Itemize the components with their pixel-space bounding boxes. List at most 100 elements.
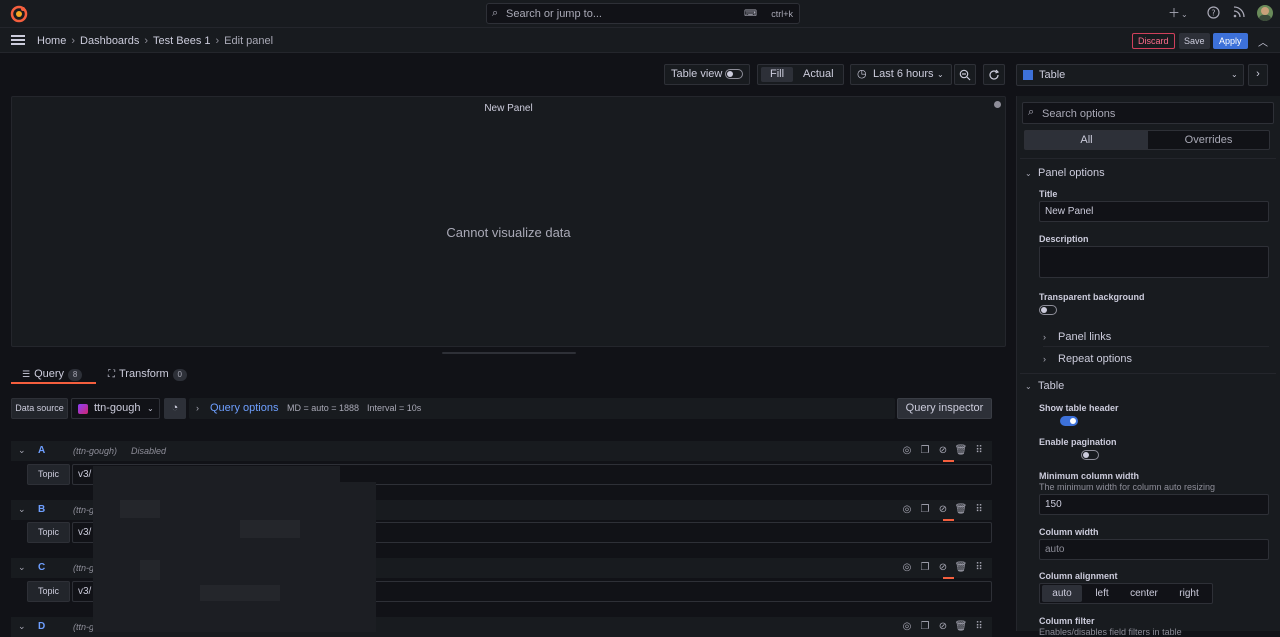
panel-status-icon <box>994 101 1001 108</box>
chevron-down-icon[interactable]: ⌄ <box>18 562 26 573</box>
seg-all[interactable]: All <box>1025 131 1148 149</box>
fill-option[interactable]: Fill <box>761 67 793 82</box>
align-center[interactable]: center <box>1122 585 1166 602</box>
discard-button[interactable]: Discard <box>1132 33 1175 49</box>
title-input[interactable]: New Panel <box>1039 201 1269 222</box>
menu-icon[interactable] <box>11 35 25 45</box>
apply-button[interactable]: Apply <box>1213 33 1248 49</box>
topic-label: Topic <box>27 522 70 543</box>
query-options-bar[interactable]: › Query options MD = auto = 1888 Interva… <box>189 398 895 419</box>
duplicate-icon[interactable]: ❐ <box>916 562 934 573</box>
section-title: Table <box>1038 380 1065 392</box>
table-view-switch[interactable] <box>725 69 743 79</box>
description-label: Description <box>1039 234 1089 244</box>
chevron-down-icon[interactable]: ⌄ <box>18 621 26 632</box>
visualization-picker[interactable]: Table ⌄ <box>1016 64 1244 86</box>
divider <box>1020 158 1276 159</box>
duplicate-icon[interactable]: ❐ <box>916 445 934 456</box>
min-width-input[interactable]: 150 <box>1039 494 1269 515</box>
refresh-icon[interactable] <box>983 64 1005 85</box>
help-icon[interactable]: ? <box>1207 6 1220 19</box>
chevron-down-icon[interactable]: ⌄ <box>18 504 26 515</box>
section-table[interactable]: ⌄ Table <box>1025 380 1064 392</box>
hide-icon[interactable]: ⊘ <box>934 504 952 515</box>
search-input[interactable]: ⌕ Search or jump to... ⌨ ctrl+k <box>486 3 800 24</box>
seg-overrides[interactable]: Overrides <box>1148 131 1269 149</box>
help-icon[interactable]: ◎ <box>898 504 916 515</box>
zoom-out-icon[interactable] <box>954 64 976 85</box>
query-ref[interactable]: C <box>38 562 45 573</box>
grafana-logo-icon[interactable] <box>10 5 28 23</box>
chevron-down-icon[interactable]: ⌄ <box>1181 8 1188 22</box>
delete-icon[interactable]: 🗑 <box>952 504 970 515</box>
column-width-input[interactable]: auto <box>1039 539 1269 560</box>
query-ref[interactable]: A <box>38 445 45 456</box>
chevron-down-icon: ⌄ <box>1025 382 1032 391</box>
chevron-right-icon: › <box>196 403 199 413</box>
options-segment: All Overrides <box>1024 130 1270 150</box>
search-shortcut: ctrl+k <box>771 9 793 19</box>
datasource-select[interactable]: ttn-gough ⌄ <box>71 398 160 419</box>
drag-handle-icon[interactable]: ⠿ <box>970 504 988 515</box>
breadcrumb-dashboard[interactable]: Test Bees 1 <box>153 35 210 47</box>
align-auto[interactable]: auto <box>1042 585 1082 602</box>
drag-handle-icon[interactable]: ⠿ <box>970 562 988 573</box>
tab-transform[interactable]: ⛶ Transform 0 <box>108 368 187 381</box>
query-ref[interactable]: B <box>38 504 45 515</box>
breadcrumb-dashboards[interactable]: Dashboards <box>80 35 139 47</box>
datasource-icon <box>78 404 88 414</box>
save-button[interactable]: Save <box>1179 33 1210 49</box>
section-repeat-options[interactable]: › Repeat options <box>1043 353 1132 365</box>
duplicate-icon[interactable]: ❐ <box>916 621 934 632</box>
delete-icon[interactable]: 🗑 <box>952 621 970 632</box>
query-ref[interactable]: D <box>38 621 45 632</box>
column-filter-label: Column filter <box>1039 616 1095 626</box>
help-icon[interactable]: ◎ <box>898 445 916 456</box>
hide-icon[interactable]: ⊘ <box>934 562 952 573</box>
query-count-badge: 8 <box>68 369 83 381</box>
datasource-value: ttn-gough <box>94 402 141 414</box>
help-icon[interactable]: ◎ <box>898 621 916 632</box>
delete-icon[interactable]: 🗑 <box>952 562 970 573</box>
collapse-icon[interactable]: ︿ <box>1258 34 1268 49</box>
actual-option[interactable]: Actual <box>803 65 834 84</box>
query-inspector-button[interactable]: Query inspector <box>897 398 992 419</box>
avatar[interactable] <box>1257 5 1273 21</box>
help-icon[interactable]: ◎ <box>898 562 916 573</box>
breadcrumb-home[interactable]: Home <box>37 35 66 47</box>
align-left[interactable]: left <box>1084 585 1120 602</box>
panel-title[interactable]: New Panel <box>12 103 1005 114</box>
hide-icon[interactable]: ⊘ <box>934 445 952 456</box>
title-label: Title <box>1039 189 1058 199</box>
delete-icon[interactable]: 🗑 <box>952 445 970 456</box>
query-row-a[interactable]: ⌄ A (ttn-gough) Disabled ◎ ❐ ⊘ 🗑 ⠿ <box>11 441 992 462</box>
query-actions: ◎ ❐ ⊘ 🗑 ⠿ <box>898 444 988 456</box>
redacted-region <box>120 500 160 518</box>
table-view-toggle[interactable]: Table view <box>664 64 750 85</box>
plus-icon[interactable]: ＋ <box>1168 6 1180 20</box>
section-panel-options[interactable]: ⌄ Panel options <box>1025 167 1105 179</box>
align-right[interactable]: right <box>1168 585 1210 602</box>
time-range-picker[interactable]: ◷ Last 6 hours ⌄ <box>850 64 952 85</box>
hide-icon[interactable]: ⊘ <box>934 621 952 632</box>
section-panel-links[interactable]: › Panel links <box>1043 331 1111 343</box>
pagination-switch[interactable] <box>1081 450 1100 461</box>
query-actions: ◎ ❐ ⊘ 🗑 ⠿ <box>898 561 988 573</box>
news-icon[interactable] <box>1233 6 1245 18</box>
breadcrumb-current: Edit panel <box>224 35 274 47</box>
chevron-down-icon[interactable]: ⌄ <box>18 445 26 456</box>
drag-handle-icon[interactable]: ⠿ <box>970 621 988 632</box>
query-source: (ttn-gough) <box>73 446 118 456</box>
datasource-help-icon[interactable]: ◔ <box>164 398 186 419</box>
keyboard-icon: ⌨ <box>744 8 757 18</box>
fill-actual-group: Fill Actual <box>757 64 844 85</box>
transparent-switch[interactable] <box>1039 305 1057 316</box>
drag-handle-icon[interactable]: ⠿ <box>970 445 988 456</box>
description-textarea[interactable] <box>1039 246 1269 278</box>
chevron-right-icon[interactable]: › <box>1248 64 1268 86</box>
resize-handle[interactable] <box>442 352 576 354</box>
options-search-input[interactable]: ⌕ Search options <box>1022 102 1274 124</box>
duplicate-icon[interactable]: ❐ <box>916 504 934 515</box>
show-header-switch[interactable] <box>1060 416 1079 427</box>
tab-query[interactable]: ☰ Query 8 <box>22 368 83 381</box>
